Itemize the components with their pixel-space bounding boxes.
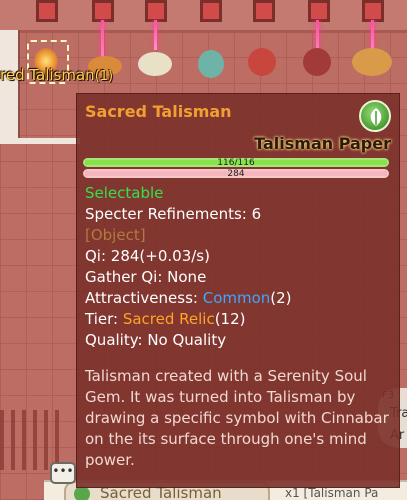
bottom-item-detail: x1 [Talisman Pa (285, 486, 379, 500)
selectable-text: Selectable (85, 184, 164, 202)
left-wall (0, 30, 20, 140)
floor-item-count: (1) (94, 69, 114, 84)
item-description: Talisman created with a Serenity Soul Ge… (85, 367, 389, 469)
attractiveness-line: Attractiveness: Common(2) (85, 289, 292, 307)
leaf-icon (359, 100, 391, 132)
formation-post (36, 0, 58, 22)
tier-line: Tier: Sacred Relic(12) (85, 310, 246, 328)
formation-post (253, 0, 275, 22)
qi-bar: 284 (83, 169, 389, 179)
formation-post (92, 0, 114, 22)
formation-post (200, 0, 222, 22)
object-tag-text: [Object] (85, 226, 146, 244)
floor-item-label: red Talisman(1) (0, 66, 113, 84)
refinements-line: Specter Refinements: 6 (85, 205, 262, 223)
leaf-icon (74, 486, 90, 500)
artifact-item[interactable] (352, 48, 392, 76)
qi-line: Qi: 284(+0.03/s) (85, 247, 210, 265)
gather-qi-line: Gather Qi: None (85, 268, 207, 286)
item-title: Sacred Talisman (85, 102, 232, 121)
artifact-item[interactable] (138, 52, 172, 76)
formation-post (145, 0, 167, 22)
qi-bar-text: 284 (227, 169, 245, 179)
tier-num: (12) (214, 310, 246, 328)
attractiveness-num: (2) (270, 289, 292, 307)
tier-value: Sacred Relic (122, 310, 215, 328)
item-type-label: Talisman Paper (254, 134, 391, 153)
selectable-status: Selectable (85, 184, 163, 202)
tier-label: Tier: (85, 310, 123, 328)
attractiveness-value: Common (202, 289, 271, 307)
artifact-item[interactable] (248, 48, 276, 76)
chat-bubble-icon[interactable]: ••• (50, 462, 76, 484)
attractiveness-label: Attractiveness: (85, 289, 203, 307)
durability-bar: 116/116 (83, 158, 389, 168)
object-tag: [Object] (85, 226, 146, 244)
floor-item-name: red Talisman (0, 66, 95, 84)
formation-post (308, 0, 330, 22)
formation-post (362, 0, 384, 22)
artifact-item[interactable] (303, 48, 331, 76)
quality-line: Quality: No Quality (85, 331, 227, 349)
durability-bar-text: 116/116 (217, 158, 255, 168)
qi-beam (154, 20, 157, 50)
artifact-item[interactable] (198, 50, 224, 78)
wall-segment (0, 138, 80, 144)
item-tooltip: Sacred Talisman Talisman Paper 116/116 2… (76, 93, 400, 488)
fence-decoration (0, 410, 60, 470)
